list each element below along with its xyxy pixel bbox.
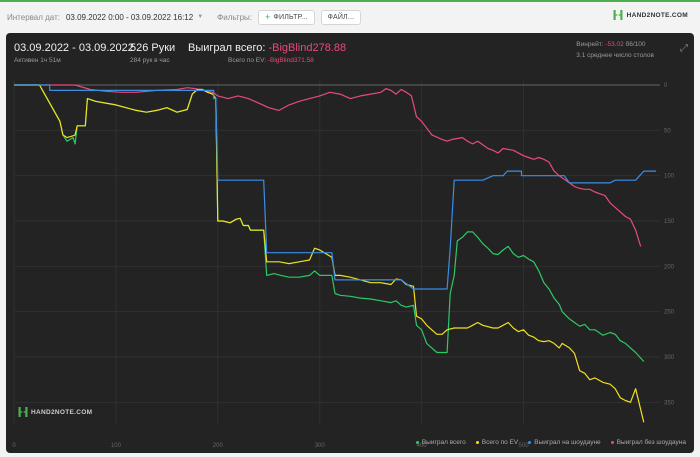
winrate-value: -53.02 (605, 41, 624, 48)
filters-label: Фильтры: (217, 12, 253, 22)
legend-dot (475, 441, 479, 444)
legend-item-non-showdown[interactable]: Выиграл без шоудауна (610, 439, 686, 446)
file-button[interactable]: ФАЙЛ... (320, 9, 362, 25)
h2n-logo-icon (613, 10, 623, 20)
y-tick-label: 0 (664, 83, 668, 89)
y-tick-label: 50 (664, 128, 671, 134)
won-value: -BigBlind278.88 (268, 42, 347, 54)
date-range-selector[interactable]: 03.09.2022 0:00 - 03.09.2022 16:12 ▼ (66, 13, 203, 22)
winrate-unit: б6/100 (625, 41, 646, 48)
series-line (14, 84, 645, 423)
y-tick-label: 200 (664, 264, 675, 270)
tables-avg: 3.1 среднее число столов (576, 52, 654, 59)
hands-rate: 284 рук в час (130, 57, 170, 64)
x-tick-label: 200 (213, 443, 224, 449)
x-tick-label: 0 (12, 443, 16, 449)
date-range-label: Интервал дат: (7, 12, 60, 22)
period-stat: 03.09.2022 - 03.09.2022 Активен 1ч 51м (14, 42, 134, 64)
profit-graph: 0 100 200 300 400 500050100150200250300350 (12, 81, 675, 449)
legend-label: Всего по EV (481, 439, 519, 446)
hands-stat: 526 Руки 284 рук в час (130, 42, 175, 64)
winrate-label: Винрейт: (576, 41, 604, 48)
ev-label: Всего по EV: (228, 57, 267, 64)
x-tick-label: 300 (315, 443, 326, 449)
x-tick-label: 100 (111, 443, 122, 449)
legend-item-showdown[interactable]: Выиграл на шоудауне (528, 439, 601, 446)
file-button-label: ФАЙЛ... (327, 13, 355, 21)
toolbar: Интервал дат: 03.09.2022 0:00 - 03.09.20… (0, 4, 700, 30)
y-tick-label: 250 (664, 310, 675, 316)
expand-icon[interactable]: ⤢ (680, 43, 688, 54)
winrate-stat: Винрейт: -53.02 б6/100 3.1 среднее число… (576, 41, 654, 63)
graph-panel: 0 100 200 300 400 500 0 50 100 150 200 250 300 350 03… (6, 33, 694, 453)
series-line (14, 84, 645, 362)
legend-item-ev[interactable]: Всего по EV (475, 439, 519, 446)
date-range-value: 03.09.2022 0:00 - 03.09.2022 16:12 (65, 12, 194, 22)
brand-logo[interactable]: HAND2NOTE.COM (613, 10, 688, 20)
legend-dot (610, 441, 614, 444)
y-tick-label: 100 (664, 174, 675, 180)
ev-value: -BigBlind371.58 (267, 57, 314, 64)
legend-label: Выиграл всего (421, 439, 466, 446)
h2n-logo-icon (18, 407, 28, 417)
legend-label: Выиграл без шоудауна (616, 439, 686, 446)
legend-dot (415, 441, 419, 444)
brand-text: HAND2NOTE.COM (626, 11, 688, 19)
y-tick-label: 350 (664, 400, 675, 406)
chevron-down-icon: ▼ (197, 14, 204, 20)
plus-icon: + (265, 11, 271, 22)
hands-count: 526 Руки (130, 42, 176, 54)
y-tick-label: 300 (664, 355, 675, 361)
won-stat: Выиграл всего: -BigBlind278.88 Всего по … (188, 42, 346, 64)
filter-button[interactable]: + ФИЛЬТР... (258, 9, 315, 25)
chart-legend: Выиграл всего Всего по EV Выиграл на шоу… (415, 439, 686, 446)
period-value: 03.09.2022 - 03.09.2022 (14, 42, 134, 54)
series-line (14, 84, 642, 247)
won-label: Выиграл всего: (188, 42, 266, 54)
legend-label: Выиграл на шоудауне (534, 439, 601, 446)
watermark-text: HAND2NOTE.COM (31, 408, 93, 416)
active-time: Активен 1ч 51м (14, 57, 61, 64)
y-tick-label: 150 (664, 219, 675, 225)
series-line (14, 84, 656, 290)
legend-item-won[interactable]: Выиграл всего (415, 439, 466, 446)
filter-button-label: ФИЛЬТР... (273, 13, 308, 21)
legend-dot (528, 441, 532, 444)
watermark: HAND2NOTE.COM (18, 407, 92, 417)
